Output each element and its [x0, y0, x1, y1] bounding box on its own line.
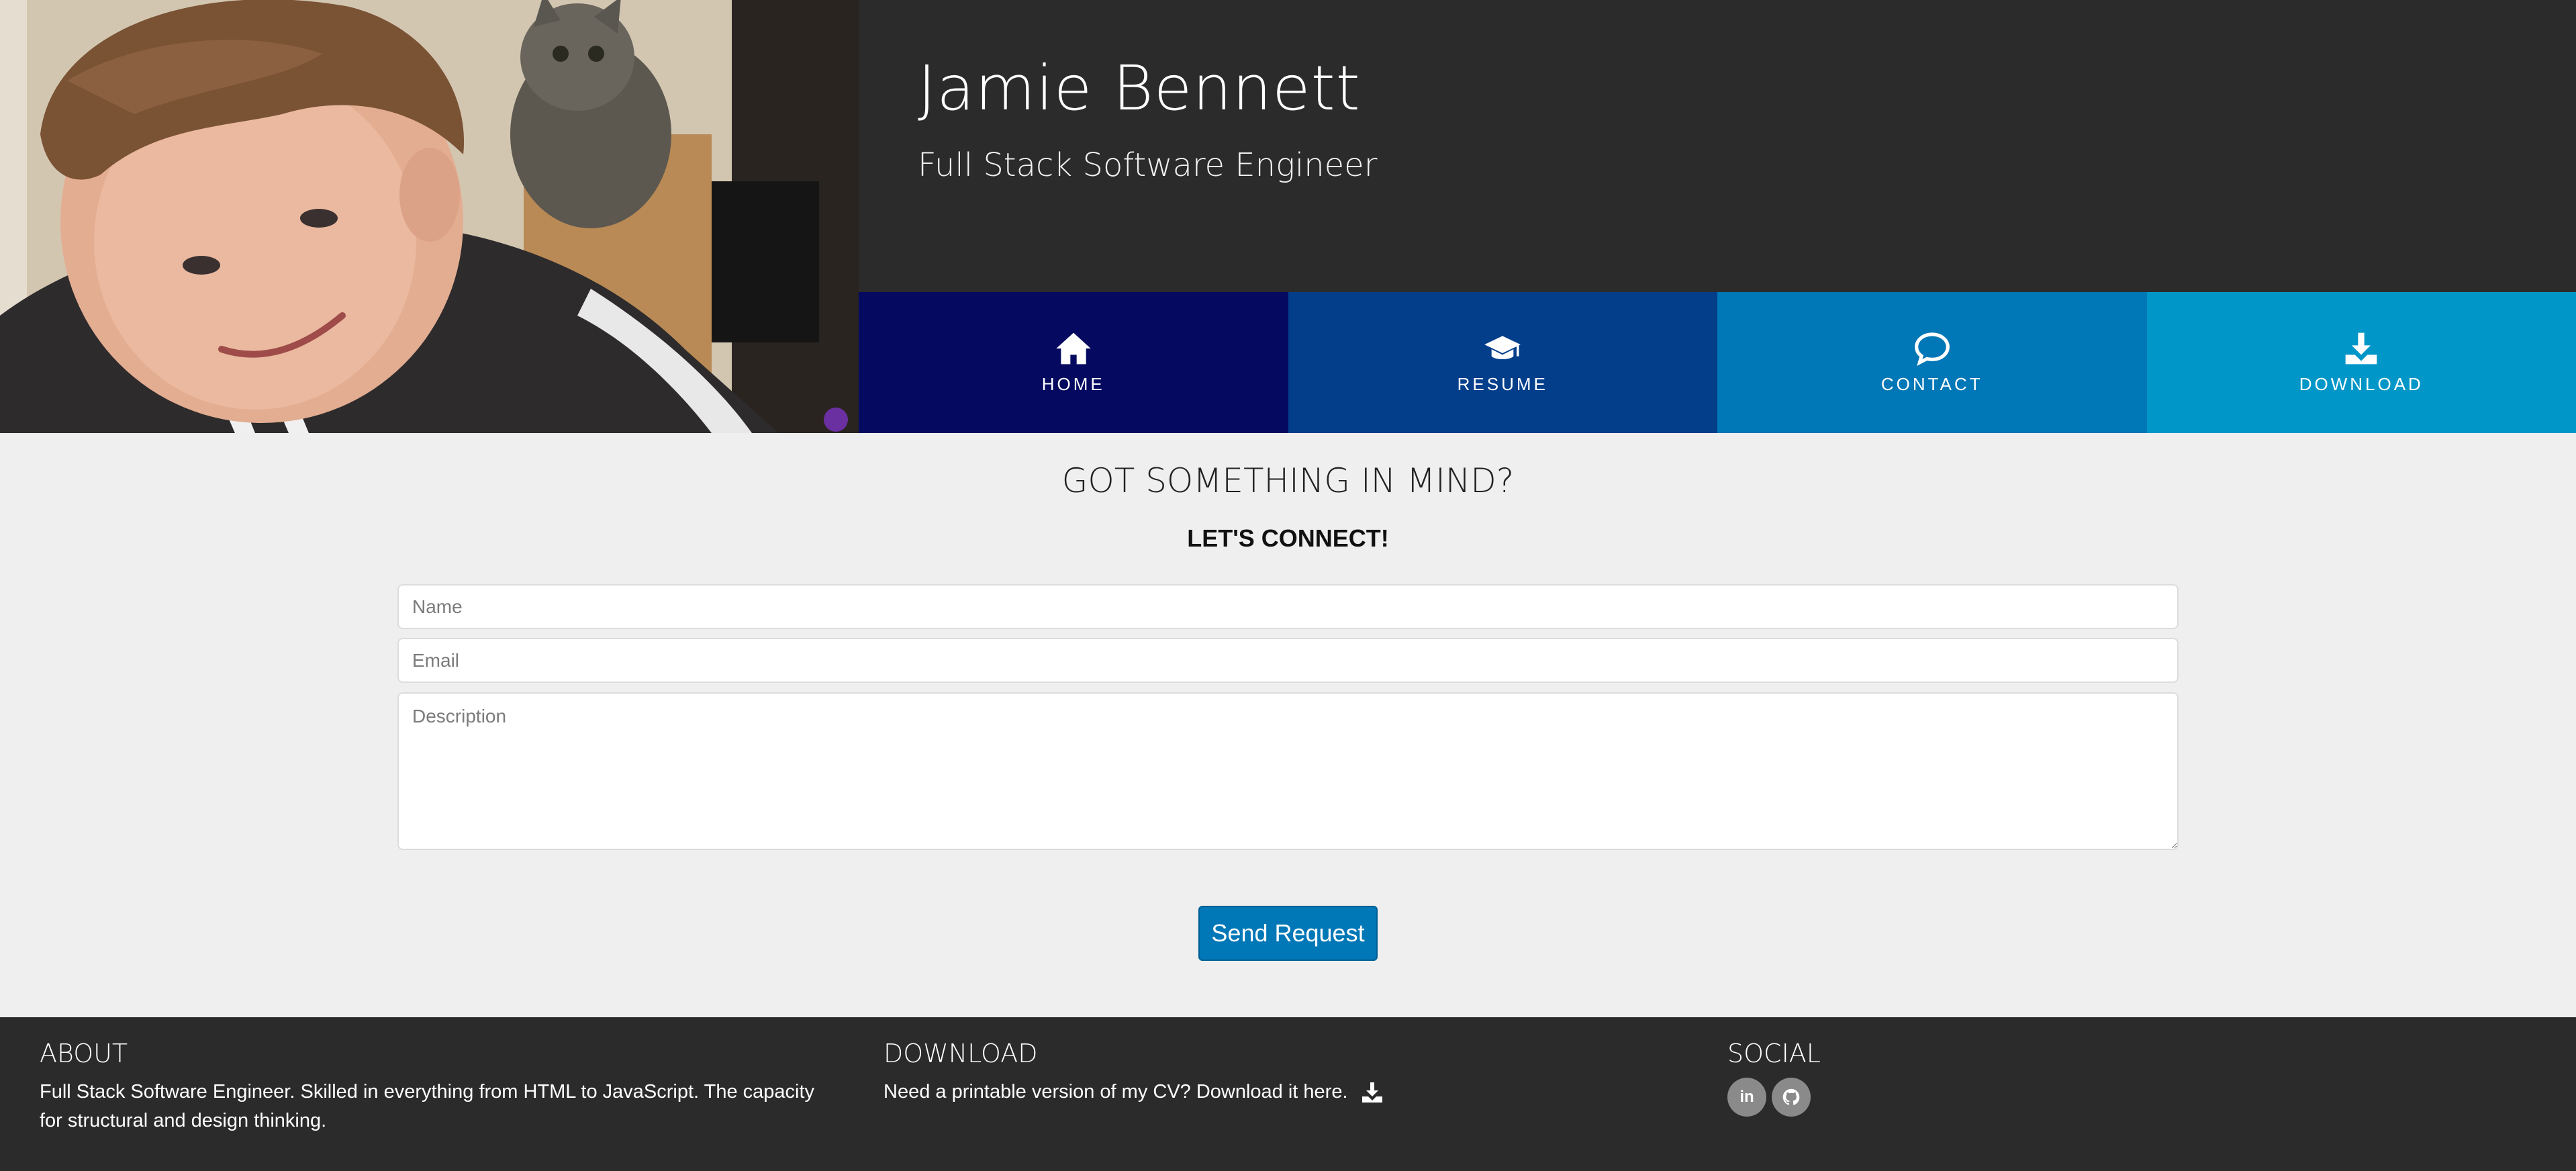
- main-navigation: HOME RESUME CONTACT DOWNLOAD: [859, 292, 2576, 433]
- download-icon: [2345, 332, 2377, 364]
- footer-social: SOCIAL in: [1727, 1039, 2130, 1117]
- send-request-button[interactable]: Send Request: [1198, 906, 1378, 961]
- contact-subheading: LET'S CONNECT!: [1187, 524, 1389, 552]
- footer-download-row: Need a printable version of my CV? Downl…: [884, 1078, 1488, 1107]
- nav-resume-label: RESUME: [1457, 373, 1548, 394]
- download-icon[interactable]: [1360, 1080, 1384, 1105]
- footer-about-text: Full Stack Software Engineer. Skilled in…: [40, 1081, 815, 1131]
- footer-about-heading: ABOUT: [40, 1039, 128, 1068]
- footer-download-heading: DOWNLOAD: [884, 1039, 1038, 1068]
- home-icon: [1056, 332, 1091, 364]
- description-textarea[interactable]: [397, 692, 2179, 850]
- footer-about: ABOUT Full Stack Software Engineer. Skil…: [40, 1039, 832, 1135]
- header-banner: Jamie Bennett Full Stack Software Engine…: [859, 0, 2576, 292]
- nav-home[interactable]: HOME: [859, 292, 1288, 433]
- contact-heading: GOT SOMETHING IN MIND?: [1061, 461, 1515, 500]
- linkedin-icon: in: [1739, 1088, 1754, 1106]
- github-icon: [1782, 1088, 1800, 1105]
- nav-contact[interactable]: CONTACT: [1717, 292, 2147, 433]
- nav-download[interactable]: DOWNLOAD: [2146, 292, 2576, 433]
- page-footer: ABOUT Full Stack Software Engineer. Skil…: [0, 1017, 2576, 1171]
- profile-title: Full Stack Software Engineer: [918, 146, 1378, 184]
- nav-home-label: HOME: [1041, 373, 1105, 394]
- name-input[interactable]: [397, 584, 2179, 629]
- footer-social-heading: SOCIAL: [1727, 1039, 1821, 1068]
- linkedin-link[interactable]: in: [1727, 1078, 1766, 1117]
- social-links: in: [1727, 1078, 2130, 1117]
- footer-download: DOWNLOAD Need a printable version of my …: [884, 1039, 1488, 1107]
- nav-download-label: DOWNLOAD: [2299, 373, 2424, 394]
- email-input[interactable]: [397, 638, 2179, 683]
- profile-photo-illustration: [0, 0, 859, 433]
- nav-resume[interactable]: RESUME: [1288, 292, 1717, 433]
- graduation-cap-icon: [1484, 335, 1521, 359]
- github-link[interactable]: [1772, 1078, 1811, 1117]
- profile-name: Jamie Bennett: [918, 52, 1361, 124]
- footer-download-text: Need a printable version of my CV? Downl…: [884, 1081, 1348, 1103]
- contact-section: GOT SOMETHING IN MIND? LET'S CONNECT! Se…: [0, 433, 2576, 1017]
- page-header: Jamie Bennett Full Stack Software Engine…: [0, 0, 2576, 433]
- chat-bubble-icon: [1914, 332, 1950, 366]
- profile-photo: [0, 0, 859, 433]
- nav-contact-label: CONTACT: [1880, 373, 1983, 394]
